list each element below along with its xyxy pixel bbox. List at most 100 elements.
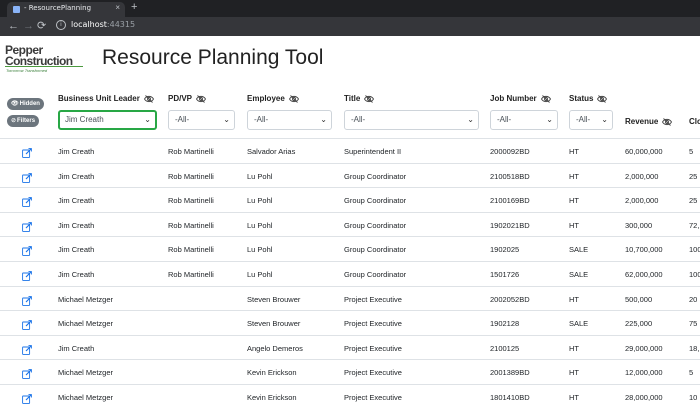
- new-tab-icon[interactable]: +: [131, 1, 137, 13]
- edit-icon[interactable]: [22, 145, 32, 158]
- chevron-down-icon: ⌄: [223, 115, 230, 124]
- table-cell: 100: [689, 270, 700, 279]
- table-row: Jim Creath Rob Martinelli Lu Pohl Group Coo…: [0, 236, 700, 261]
- column-filter-select[interactable]: -All- ⌄: [344, 110, 479, 130]
- column-filter-select[interactable]: -All- ⌄: [247, 110, 332, 130]
- favicon-icon: [13, 6, 20, 13]
- table-cell: Rob Martinelli: [168, 270, 214, 279]
- table-cell: 2,000,000: [625, 171, 659, 181]
- forward-arrow-icon[interactable]: →: [23, 20, 34, 32]
- edit-icon[interactable]: [22, 317, 32, 331]
- table-cell: Michael Metzger: [58, 368, 114, 378]
- table-cell: Michael Metzger: [58, 393, 114, 402]
- edit-icon[interactable]: [22, 293, 32, 306]
- column-header-label: Revenue: [625, 117, 659, 126]
- table-cell: 75: [689, 319, 698, 329]
- edit-icon[interactable]: [22, 342, 32, 355]
- browser-tab-bar: - ResourcePlanning × +: [0, 0, 700, 17]
- filters-button[interactable]: ⊘Filters: [7, 115, 40, 127]
- table-cell: HT: [569, 393, 579, 402]
- table-cell: 2,000,000: [625, 196, 659, 206]
- eye-slash-icon[interactable]: [540, 95, 551, 103]
- column-filter-select[interactable]: Jim Creath ⌄: [58, 110, 157, 130]
- info-icon[interactable]: i: [56, 20, 66, 30]
- table-cell: HT: [569, 196, 579, 206]
- table-cell: Rob Martinelli: [168, 171, 214, 181]
- table-cell: Rob Martinelli: [168, 245, 214, 255]
- edit-icon[interactable]: [22, 194, 32, 208]
- table-cell: 10: [689, 393, 698, 402]
- eye-slash-icon[interactable]: [364, 95, 375, 103]
- table-cell: HT: [569, 171, 579, 181]
- edit-icon[interactable]: [22, 268, 32, 281]
- table-cell: Kevin Erickson: [247, 393, 297, 402]
- table-cell: Lu Pohl: [247, 270, 273, 279]
- table-cell: Jim Creath: [58, 220, 95, 230]
- column-header: Title: [344, 94, 375, 103]
- browser-tab[interactable]: - ResourcePlanning ×: [7, 2, 125, 17]
- table-cell: Steven Brouwer: [247, 294, 301, 304]
- filter-value: -All-: [351, 115, 366, 124]
- edit-icon[interactable]: [22, 243, 32, 257]
- table-cell: Project Executive: [344, 294, 402, 304]
- table-cell: 72,: [689, 220, 700, 230]
- table-cell: 20: [689, 294, 698, 304]
- table-cell: Jim Creath: [58, 147, 95, 156]
- table-cell: Michael Metzger: [58, 319, 114, 329]
- logo-tagline: Tomorrow Transformed: [6, 68, 48, 73]
- browser-toolbar: ← → ⟳ i localhost:44315: [0, 17, 700, 36]
- edit-icon[interactable]: [22, 170, 32, 183]
- table-cell: Group Coordinator: [344, 245, 407, 255]
- table-cell: 2100169BD: [490, 196, 530, 206]
- chevron-down-icon: ⌄: [601, 115, 608, 124]
- column-header-label: Clo: [689, 117, 700, 126]
- column-filter-select[interactable]: -All- ⌄: [168, 110, 235, 130]
- table-cell: 500,000: [625, 294, 653, 304]
- table-cell: 5: [689, 368, 694, 378]
- close-tab-icon[interactable]: ×: [115, 3, 120, 12]
- filter-value: -All-: [497, 115, 512, 124]
- table-cell: Salvador Arias: [247, 147, 296, 156]
- table-row: Michael Metzger Kevin Erickson Project Exe…: [0, 359, 700, 384]
- hidden-columns-button[interactable]: 👁Hidden: [7, 98, 44, 110]
- reload-icon[interactable]: ⟳: [37, 20, 46, 32]
- table-cell: Jim Creath: [58, 343, 95, 353]
- logo-swoosh: [5, 66, 83, 67]
- column-header-label: PD/VP: [168, 94, 193, 103]
- table-cell: 2100125: [490, 343, 520, 353]
- table-cell: Jim Creath: [58, 245, 95, 255]
- eye-slash-icon[interactable]: [143, 95, 154, 103]
- edit-icon[interactable]: [22, 366, 32, 380]
- address-bar[interactable]: i localhost:44315: [56, 20, 696, 33]
- filters-button-label: Filters: [17, 118, 36, 124]
- column-filter-select[interactable]: -All- ⌄: [490, 110, 558, 130]
- column-header: Job Number: [490, 94, 551, 103]
- eye-slash-icon[interactable]: [662, 118, 673, 126]
- table-cell: 10,700,000: [625, 245, 663, 255]
- eye-slash-icon[interactable]: [597, 95, 608, 103]
- table-cell: 28,000,000: [625, 393, 663, 402]
- edit-icon[interactable]: [22, 219, 32, 232]
- table-cell: Jim Creath: [58, 171, 95, 181]
- table-cell: 29,000,000: [625, 343, 663, 353]
- table-row: Jim Creath Rob Martinelli Lu Pohl Group Coo…: [0, 261, 700, 286]
- table-cell: 1902021BD: [490, 220, 530, 230]
- table-cell: 25: [689, 196, 698, 206]
- table-cell: 225,000: [625, 319, 653, 329]
- url-text[interactable]: localhost:44315: [71, 20, 135, 29]
- column-filter-select[interactable]: -All- ⌄: [569, 110, 613, 130]
- table-cell: 300,000: [625, 220, 653, 230]
- table-cell: Steven Brouwer: [247, 319, 301, 329]
- table-cell: 2002052BD: [490, 294, 530, 304]
- table-cell: Michael Metzger: [58, 294, 114, 304]
- eye-slash-icon[interactable]: [196, 95, 207, 103]
- column-header: Clo: [689, 117, 700, 126]
- column-header: Business Unit Leader: [58, 94, 154, 103]
- back-arrow-icon[interactable]: ←: [8, 20, 19, 32]
- table-cell: Group Coordinator: [344, 196, 407, 206]
- table-cell: 62,000,000: [625, 270, 663, 279]
- column-header: Status: [569, 94, 608, 103]
- table-cell: Lu Pohl: [247, 171, 273, 181]
- eye-slash-icon[interactable]: [288, 95, 299, 103]
- table-cell: 1902128: [490, 319, 520, 329]
